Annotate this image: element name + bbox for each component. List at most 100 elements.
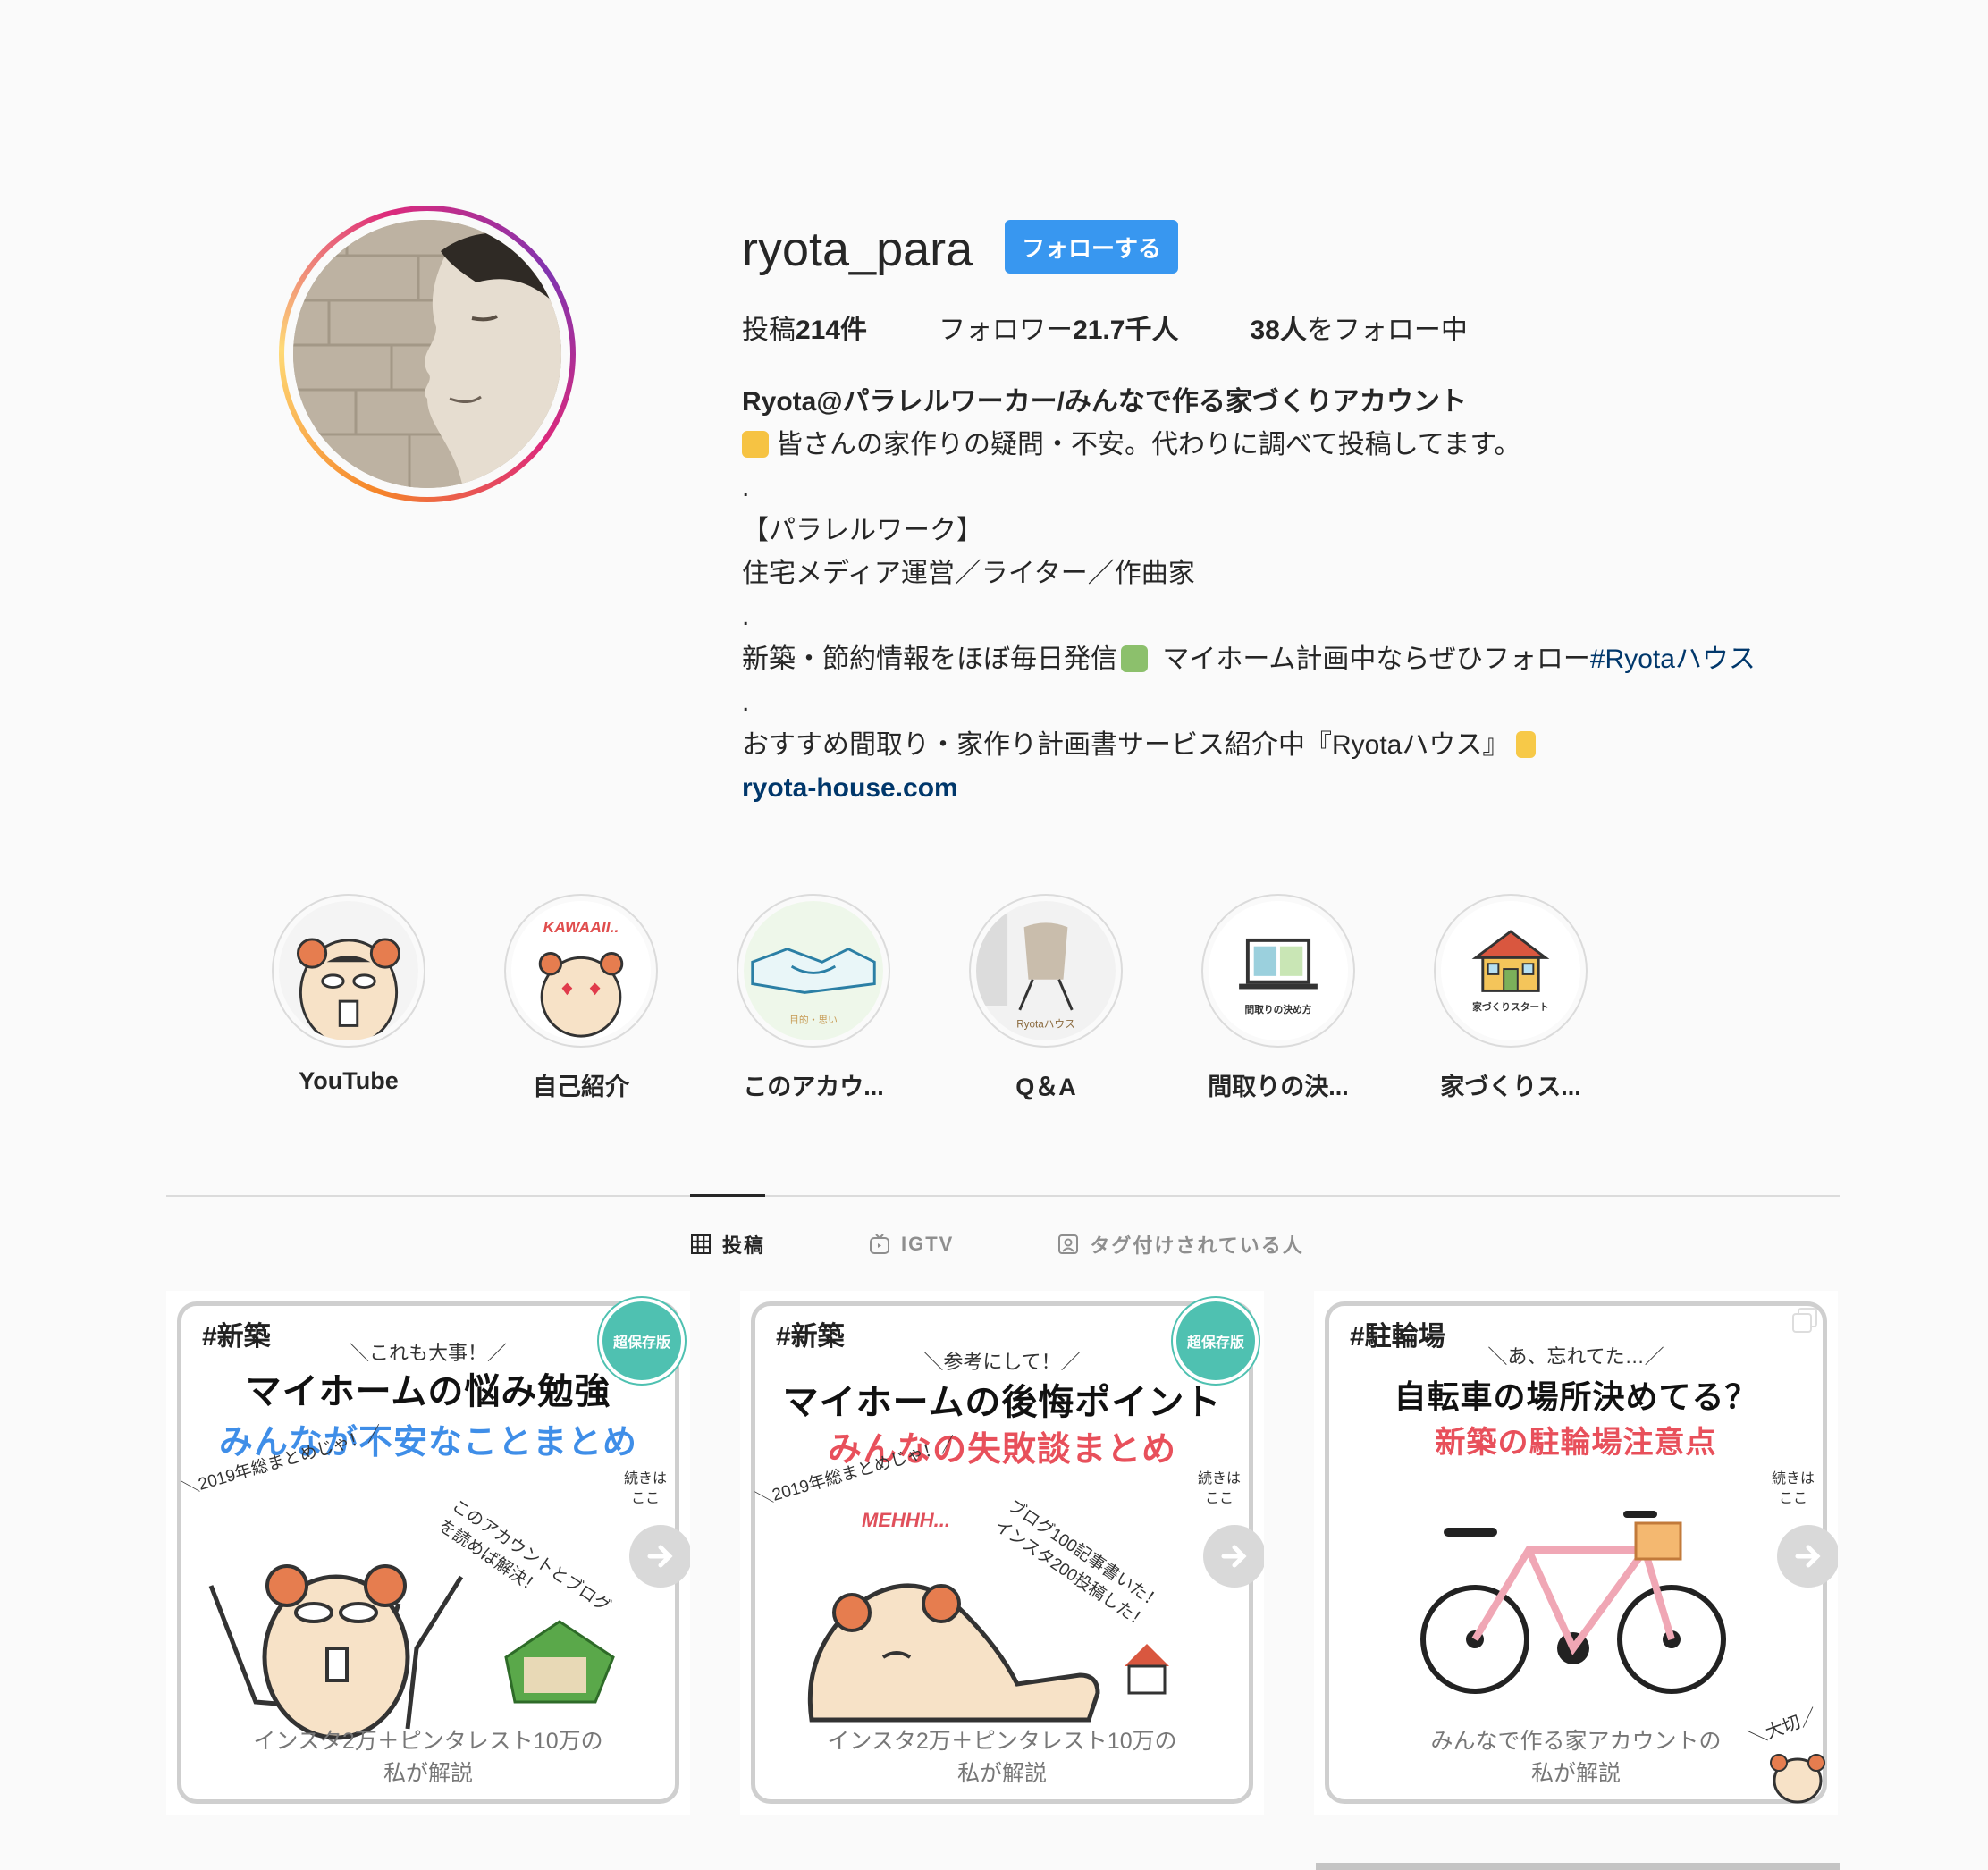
highlight-ring: 目的・思い [737,894,890,1048]
stat-following[interactable]: 38人をフォロー中 [1250,307,1467,347]
bio-line-4-text2: マイホーム計画中ならぜひフォロー [1155,644,1590,674]
highlight-youtube[interactable]: YouTube [232,894,465,1102]
hamster-illustration [208,1564,615,1740]
bio-line-5-text: おすすめ間取り・家作り計画書サービス紹介中『Ryotaハウス』 [742,730,1510,760]
next-row-edge [1316,1863,1840,1870]
post-exclaim: MEHHH... [862,1509,950,1531]
follow-button[interactable]: フォローする [1005,220,1178,274]
carousel-icon [1792,1308,1817,1333]
highlight-ring: 家づくりスタート [1434,894,1588,1048]
bio-line-5: おすすめ間取り・家作り計画書サービス紹介中『Ryotaハウス』 [742,724,1815,767]
pointing-down-emoji-icon [1516,731,1537,758]
continue-label: 続きは ここ [623,1471,667,1506]
bio-line-4: 新築・節約情報をほぼ毎日発信 マイホーム計画中ならぜひフォロー#Ryotaハウス [742,638,1815,681]
tab-igtv-label: IGTV [901,1233,955,1255]
highlight-self-intro[interactable]: KAWAAII.. 自己紹介 [465,894,697,1102]
stat-posts: 投稿214件 [742,307,867,347]
bio-line-2: 【パラレルワーク】 [742,516,983,545]
tab-tagged[interactable]: タグ付けされている人 [1057,1230,1303,1259]
tab-tagged-label: タグ付けされている人 [1090,1234,1304,1257]
family-emoji-icon [742,431,769,458]
post-tile[interactable]: #駐輪場 ＼あ、忘れてた…／ 自転車の場所決めてる？ 新築の駐輪場注意点 続きは… [1314,1291,1838,1815]
highlight-img-text: 間取りの決め方 [1244,1004,1311,1015]
avatar-photo [293,220,561,488]
arrow-right-icon [1795,1545,1821,1568]
post-footer-line-2: 私が解説 [1530,1761,1621,1786]
tab-posts-label: 投稿 [722,1234,766,1257]
house-icon: 家づくりスタート [1441,901,1580,1040]
highlight-img-text: 家づくりスタート [1472,1001,1549,1013]
post-tile[interactable]: #新築 ＼参考にして！／ マイホームの後悔ポイント みんなの失敗談まとめ 超保存… [740,1291,1264,1815]
post-footer: インスタ2万＋ピンタレスト10万の 私が解説 [166,1725,690,1790]
post-title-2: みんなが不安なことまとめ [218,1424,637,1461]
tab-posts[interactable]: 投稿 [690,1230,765,1259]
highlight-qa[interactable]: Ryotaハウス Q＆A [930,894,1162,1102]
next-arrow-button [1203,1525,1264,1588]
bio-line-4-text: 新築・節約情報をほぼ毎日発信 [742,644,1117,674]
grid-icon [691,1234,711,1254]
stat-following-label: をフォロー中 [1306,316,1468,345]
profile-stats: 投稿214件 フォロワー21.7千人 38人をフォロー中 [742,307,1468,347]
bio-dot-3: . [742,687,750,717]
highlight-img-text: Ryotaハウス [1016,1018,1075,1030]
hamster-character-icon [279,901,418,1040]
chair-icon: Ryotaハウス [976,901,1116,1040]
stat-followers-label: フォロワー [939,316,1074,345]
post-footer: みんなで作る家アカウントの 私が解説 [1314,1725,1838,1790]
bio-line-3: 住宅メディア運営／ライター／作曲家 [742,559,1195,588]
profile-bio: Ryota@パラレルワーカー/みんなで作る家づくりアカウント 皆さんの家作りの疑… [742,381,1815,810]
stat-followers[interactable]: フォロワー21.7千人 [939,307,1178,347]
profile-tabs: 投稿 IGTV タグ付けされている人 [690,1230,1304,1259]
post-footer-line-1: インスタ2万＋ピンタレスト10万の [253,1729,603,1754]
tagged-person-icon [1058,1234,1079,1254]
bio-line-1: 皆さんの家作りの疑問・不安。代わりに調べて投稿してます。 [742,424,1815,467]
highlight-img-text: 目的・思い [789,1015,838,1026]
save-badge: 超保存版 [599,1298,685,1384]
post-title: マイホームの後悔ポイント [782,1383,1222,1422]
post-footer-line-1: インスタ2万＋ピンタレスト10万の [827,1729,1177,1754]
post-tile[interactable]: #新築 ＼これも大事！／ マイホームの悩み勉強 みんなが不安なことまとめ 超保存… [166,1291,690,1815]
story-highlights: YouTube KAWAAII.. 自己紹介 目的・思い このアカウ... Ry… [232,894,1627,1102]
stat-followers-value: 21.7千人 [1073,316,1179,345]
bio-website-link[interactable]: ryota-house.com [742,767,1815,810]
highlight-label: 家づくりス... [1440,1074,1581,1100]
highlight-ring: 間取りの決め方 [1201,894,1355,1048]
avatar-image [293,220,561,488]
next-arrow-button [1777,1525,1838,1588]
bicycle-illustration [1420,1511,1726,1694]
arrow-right-icon [1221,1545,1247,1568]
posts-grid: #新築 ＼これも大事！／ マイホームの悩み勉強 みんなが不安なことまとめ 超保存… [166,1291,1838,1815]
highlight-housebuilding[interactable]: 家づくりスタート 家づくりス... [1394,894,1627,1102]
avatar-gap [284,211,570,497]
highlight-label: 自己紹介 [533,1074,629,1100]
post-footer-line-2: 私が解説 [383,1761,473,1786]
highlight-label: 間取りの決... [1208,1074,1349,1100]
arrow-right-icon [647,1545,673,1568]
post-footer-line-1: みんなで作る家アカウントの [1430,1729,1722,1754]
highlight-floorplan[interactable]: 間取りの決め方 間取りの決... [1162,894,1394,1102]
active-tab-indicator [690,1194,765,1197]
post-footer: インスタ2万＋ピンタレスト10万の 私が解説 [740,1725,1264,1790]
highlight-ring: Ryotaハウス [969,894,1123,1048]
tab-igtv[interactable]: IGTV [869,1230,954,1259]
bio-line-1-text: 皆さんの家作りの疑問・不安。代わりに調べて投稿してます。 [776,430,1521,459]
highlight-ring: KAWAAII.. [504,894,658,1048]
highlight-this-account[interactable]: 目的・思い このアカウ... [697,894,930,1102]
bio-dot-2: . [742,602,750,631]
profile-username: ryota_para [742,223,973,276]
post-footer-line-2: 私が解説 [956,1761,1047,1786]
profile-avatar[interactable] [279,206,576,502]
bio-name: Ryota@パラレルワーカー/みんなで作る家づくりアカウント [742,387,1467,417]
tabs-divider [166,1195,1840,1197]
stat-posts-label: 投稿 [742,316,796,345]
continue-label: 続きは ここ [1197,1471,1241,1506]
hamster-illustration [807,1583,1169,1723]
bio-dot-1: . [742,473,750,502]
next-arrow-button [629,1525,690,1588]
highlight-label: このアカウ... [743,1074,884,1100]
handshake-icon: 目的・思い [744,901,883,1040]
house-emoji-icon [1121,645,1148,672]
stat-following-value: 38人 [1250,316,1307,345]
post-title: 自転車の場所決めてる？ [1394,1378,1758,1415]
bio-hashtag-link[interactable]: #Ryotaハウス [1590,644,1756,674]
